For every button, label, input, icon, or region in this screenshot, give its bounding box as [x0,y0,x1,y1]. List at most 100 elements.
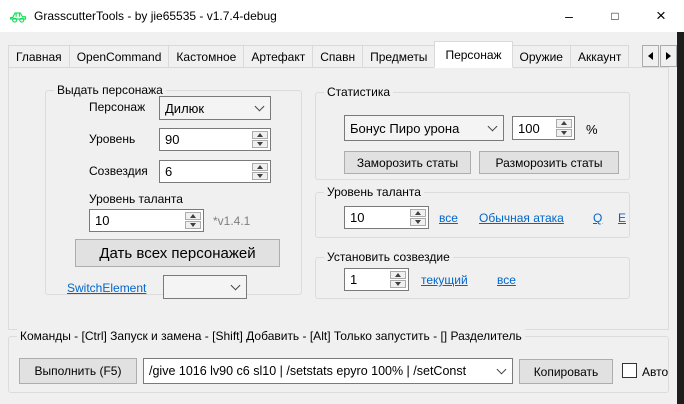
character-select[interactable]: Дилюк [159,96,271,120]
percent-label: % [586,122,598,137]
tab-scroll-buttons [641,45,677,67]
tab-strip: Главная OpenCommand Кастомное Артефакт С… [8,41,670,68]
constellation-value: 6 [160,164,172,179]
background-edge [677,32,684,404]
command-input-value: /give 1016 lv90 c6 sl10 | /setstats epyr… [144,364,488,378]
group-title: Установить созвездие [324,250,453,264]
arrow-right-icon [666,52,671,60]
version-note: *v1.4.1 [213,214,250,228]
tab-kastomnoe[interactable]: Кастомное [168,45,244,68]
arrow-down-icon [257,142,263,146]
constellation-all-link[interactable]: все [497,273,516,287]
tab-scroll-left-button[interactable] [642,45,659,67]
arrow-down-icon [190,223,196,227]
run-command-button[interactable]: Выполнить (F5) [19,358,137,384]
talent-e-link[interactable]: E [618,211,626,225]
tab-predmety[interactable]: Предметы [362,45,435,68]
give-all-characters-label: Дать всех персонажей [99,245,255,262]
arrow-up-icon [257,165,263,169]
unfreeze-stats-button[interactable]: Разморозить статы [479,151,619,174]
tab-akkaunt[interactable]: Аккаунт [570,45,629,68]
arrow-up-icon [415,211,421,215]
talent-level-spinner[interactable]: 10 [344,206,429,229]
arrow-down-icon [395,282,401,286]
arrow-down-icon [415,220,421,224]
spin-up-button[interactable] [556,119,572,128]
freeze-stats-label: Заморозить статы [357,156,458,170]
freeze-stats-button[interactable]: Заморозить статы [344,151,471,174]
spin-down-button[interactable] [185,221,201,229]
window-controls: – □ × [546,0,684,32]
chevron-down-icon [488,122,498,132]
arrow-up-icon [395,273,401,277]
minimize-button[interactable]: – [546,0,592,32]
group-commands: Команды - [Ctrl] Запуск и замена - [Shif… [8,336,669,393]
level-spinner[interactable]: 90 [159,128,271,151]
group-give-character: Выдать персонажа Персонаж Дилюк Уровень … [45,90,302,295]
tab-opencommand[interactable]: OpenCommand [69,45,170,68]
minimize-icon: – [565,8,573,24]
maximize-icon: □ [611,9,618,23]
auto-checkbox-label: Авто [642,365,668,379]
window-title: GrasscutterTools - by jie65535 - v1.7.4-… [34,0,277,32]
arrow-down-icon [561,131,567,135]
chevron-down-icon [231,281,241,291]
character-label: Персонаж [89,100,145,114]
stat-percent-spinner[interactable]: 100 [512,116,575,140]
group-talent-level: Уровень таланта 10 все Обычная атака Q E [315,192,630,238]
spin-up-button[interactable] [390,271,406,279]
group-title: Выдать персонажа [54,83,166,97]
arrow-down-icon [257,174,263,178]
switch-element-link[interactable]: SwitchElement [67,281,146,295]
stat-percent-value: 100 [513,121,540,136]
talent-all-link[interactable]: все [439,211,458,225]
copy-command-button[interactable]: Копировать [519,359,613,384]
talent-q-link[interactable]: Q [593,211,602,225]
auto-checkbox[interactable] [622,363,637,378]
talent-normal-attack-link[interactable]: Обычная атака [479,211,564,225]
maximize-button[interactable]: □ [592,0,638,32]
spin-down-button[interactable] [556,129,572,138]
spin-down-button[interactable] [252,172,268,180]
set-constellation-spinner[interactable]: 1 [344,268,409,291]
character-select-value: Дилюк [160,101,226,116]
set-constellation-value: 1 [345,272,357,287]
give-all-characters-button[interactable]: Дать всех персонажей [75,239,280,267]
spin-up-button[interactable] [252,131,268,139]
stat-select-value: Бонус Пиро урона [345,121,481,136]
spin-down-button[interactable] [390,280,406,288]
talent-spinner[interactable]: 10 [89,209,204,232]
level-value: 90 [160,132,179,147]
tab-artefakt[interactable]: Артефакт [243,45,313,68]
tab-oruzhie[interactable]: Оружие [512,45,571,68]
switch-element-select[interactable] [163,275,247,299]
constellation-current-link[interactable]: текущий [421,273,468,287]
group-title: Команды - [Ctrl] Запуск и замена - [Shif… [17,329,525,343]
spin-down-button[interactable] [410,218,426,226]
close-button[interactable]: × [638,0,684,32]
group-title: Статистика [324,85,393,99]
talent-label: Уровень таланта [89,192,183,206]
constellation-spinner[interactable]: 6 [159,160,271,183]
spin-up-button[interactable] [185,212,201,220]
spin-up-button[interactable] [252,163,268,171]
constellation-label: Созвездия [89,164,148,178]
group-set-constellation: Установить созвездие 1 текущий все [315,257,630,299]
spin-down-button[interactable] [252,140,268,148]
talent-level-value: 10 [345,210,364,225]
group-title: Уровень таланта [324,185,424,199]
tab-scroll-right-button[interactable] [660,45,677,67]
command-input[interactable]: /give 1016 lv90 c6 sl10 | /setstats epyr… [143,358,513,384]
chevron-down-icon [255,102,265,112]
spin-up-button[interactable] [410,209,426,217]
chevron-down-icon [497,365,507,375]
tab-spavn[interactable]: Спавн [312,45,363,68]
talent-value: 10 [90,213,109,228]
level-label: Уровень [89,132,135,146]
stat-select[interactable]: Бонус Пиро урона [344,115,504,141]
tab-personazh[interactable]: Персонаж [434,41,512,68]
tab-glavnaya[interactable]: Главная [8,45,70,68]
unfreeze-stats-label: Разморозить статы [496,156,603,170]
titlebar: GrasscutterTools - by jie65535 - v1.7.4-… [0,0,684,32]
arrow-up-icon [190,214,196,218]
